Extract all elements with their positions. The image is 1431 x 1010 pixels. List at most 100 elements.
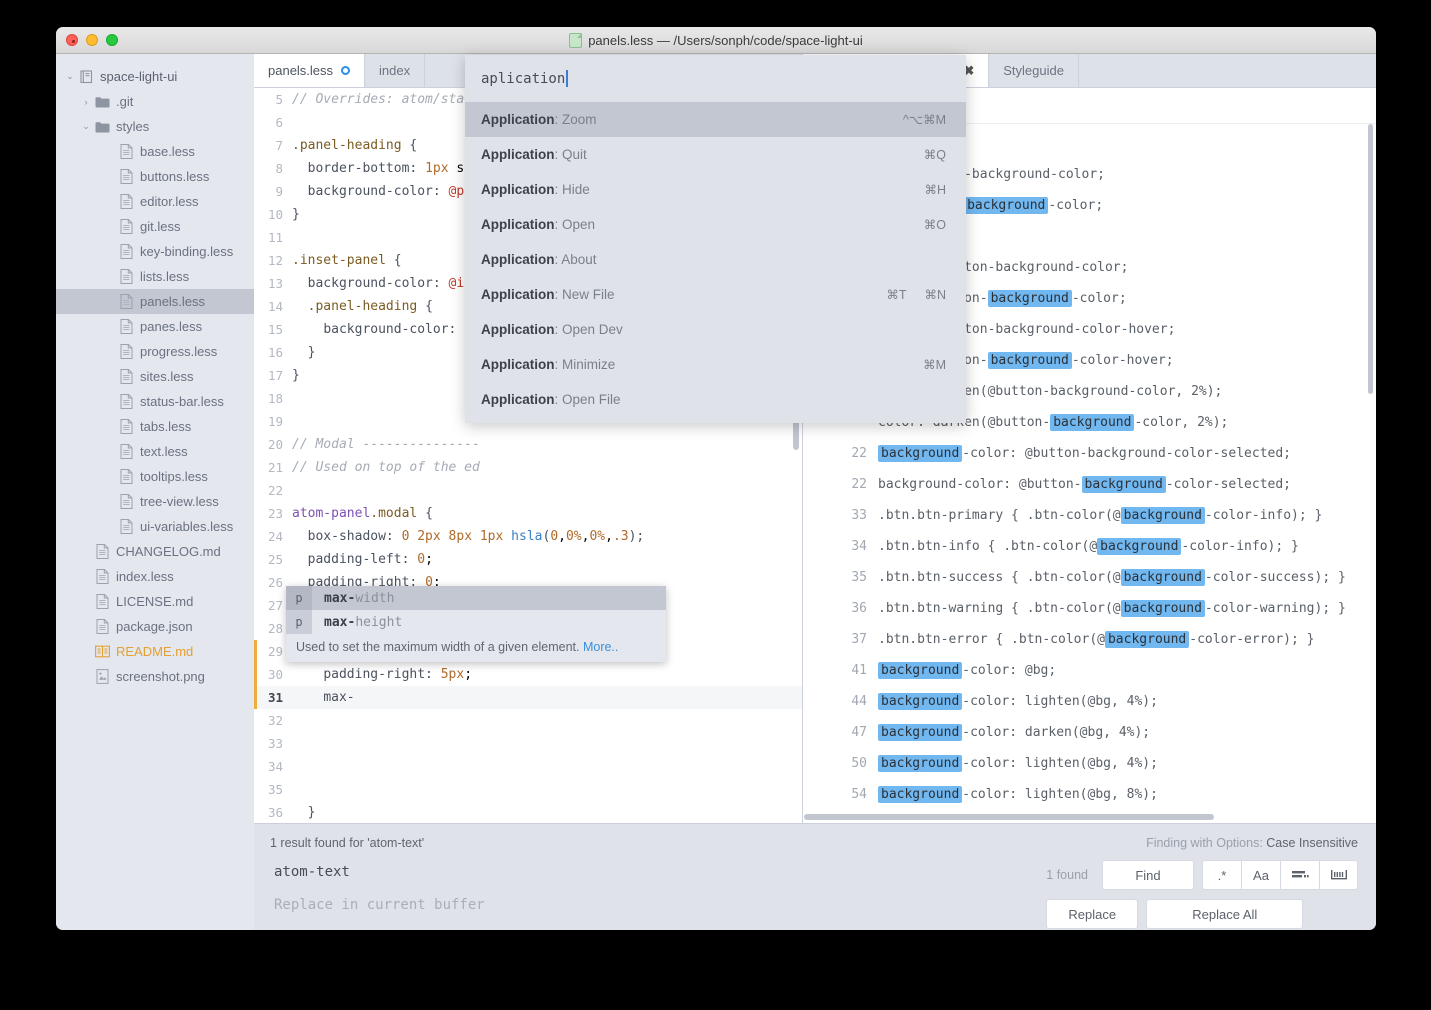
keybinding: ⌘O (923, 218, 946, 232)
command-palette-item[interactable]: Application: About (465, 242, 966, 277)
code-line[interactable]: 31 max- (254, 686, 802, 709)
tree-item-label: text.less (140, 444, 188, 459)
tree-item-screenshot-png[interactable]: screenshot.png (56, 664, 254, 689)
tree-item-tree-view-less[interactable]: tree-view.less (56, 489, 254, 514)
tree-item-lists-less[interactable]: lists.less (56, 264, 254, 289)
modified-indicator-icon[interactable] (341, 66, 351, 75)
command-palette-item[interactable]: Application: Hide ⌘H (465, 172, 966, 207)
code-line[interactable]: 33 (254, 732, 802, 755)
twisty-icon[interactable]: › (78, 97, 94, 107)
tree-item-sites-less[interactable]: sites.less (56, 364, 254, 389)
tree-item-license-md[interactable]: LICENSE.md (56, 589, 254, 614)
result-row[interactable]: 34 .btn.btn-info { .btn-color(@ background… (803, 531, 1376, 562)
result-row[interactable]: 36 .btn.btn-warning { .btn-color(@ backgro… (803, 593, 1376, 624)
command-palette-item[interactable]: Application: Open Dev (465, 312, 966, 347)
in-selection-option-button[interactable] (1319, 860, 1358, 890)
tree-item-label: CHANGELOG.md (116, 544, 221, 559)
tab-panels-less[interactable]: panels.less (254, 54, 366, 87)
result-row[interactable]: 44 background -color: lighten(@bg, 4%); (803, 686, 1376, 717)
tab-index[interactable]: index (365, 54, 426, 87)
tree-item-styles[interactable]: ⌄ styles (56, 114, 254, 139)
tree-item-progress-less[interactable]: progress.less (56, 339, 254, 364)
tree-item-index-less[interactable]: index.less (56, 564, 254, 589)
line-number: 12 (267, 253, 283, 268)
tree-item-tabs-less[interactable]: tabs.less (56, 414, 254, 439)
whole-word-icon (1292, 871, 1309, 878)
result-row[interactable]: 33 .btn.btn-primary { .btn-color(@ backgro… (803, 500, 1376, 531)
tree-item-buttons-less[interactable]: buttons.less (56, 164, 254, 189)
result-row[interactable]: 37 .btn.btn-error { .btn-color(@ backgroun… (803, 624, 1376, 655)
code-line[interactable]: 22 (254, 479, 802, 502)
code-line[interactable]: 36 } (254, 801, 802, 823)
code-line[interactable]: 20 // Modal --------------- (254, 433, 802, 456)
code-text: .panel-heading { (292, 138, 418, 153)
tree-item-text-less[interactable]: text.less (56, 439, 254, 464)
command-palette-input[interactable]: aplication (465, 55, 966, 102)
command-palette-item[interactable]: Application: Quit ⌘Q (465, 137, 966, 172)
result-row[interactable]: 41 background -color: @bg; (803, 655, 1376, 686)
file-icon (118, 494, 135, 509)
file-icon (118, 269, 135, 284)
command-palette-item-label: Application: New File (481, 287, 615, 302)
results-vertical-scrollbar[interactable] (1368, 124, 1373, 394)
result-row[interactable]: 50 background -color: lighten(@bg, 4%); (803, 748, 1376, 779)
tree-item--git[interactable]: › .git (56, 89, 254, 114)
code-line[interactable]: 24 box-shadow: 0 2px 8px 1px hsla(0,0%,0… (254, 525, 802, 548)
tree-item-tooltips-less[interactable]: tooltips.less (56, 464, 254, 489)
command-palette[interactable]: aplication Application: Zoom ^⌥⌘M Applicat… (465, 55, 966, 423)
tree-item-label: .git (116, 94, 134, 109)
tree-item-git-less[interactable]: git.less (56, 214, 254, 239)
command-palette-item[interactable]: Application: Open File (465, 382, 966, 417)
code-line[interactable]: 30 padding-right: 5px; (254, 663, 802, 686)
keybinding: ⌘M (923, 358, 946, 372)
result-row[interactable]: 22 background-color: @button-background-c… (803, 438, 1376, 469)
result-line-number: 33 (851, 508, 867, 523)
tree-item-package-json[interactable]: package.json (56, 614, 254, 639)
tree-item-base-less[interactable]: base.less (56, 139, 254, 164)
regex-option-button[interactable]: .* (1202, 860, 1241, 890)
tree-item-changelog-md[interactable]: CHANGELOG.md (56, 539, 254, 564)
autocomplete-item[interactable]: p max-width (286, 586, 666, 610)
find-button[interactable]: Find (1102, 860, 1194, 890)
code-line[interactable]: 35 (254, 778, 802, 801)
tree-item-readme-md[interactable]: README.md (56, 639, 254, 664)
tree-item-status-bar-less[interactable]: status-bar.less (56, 389, 254, 414)
replace-all-button[interactable]: Replace All (1146, 899, 1304, 929)
results-horizontal-scrollbar[interactable] (804, 814, 1214, 820)
tree-item-editor-less[interactable]: editor.less (56, 189, 254, 214)
whole-word-option-button[interactable] (1280, 860, 1319, 890)
autocomplete-item[interactable]: p max-height (286, 610, 666, 634)
tab-styleguide[interactable]: Styleguide (989, 54, 1079, 87)
code-line[interactable]: 25 padding-left: 0; (254, 548, 802, 571)
file-icon (94, 594, 111, 609)
command-palette-item[interactable]: Application: Open ⌘O (465, 207, 966, 242)
code-line[interactable]: 23 atom-panel.modal { (254, 502, 802, 525)
tree-item-panes-less[interactable]: panes.less (56, 314, 254, 339)
tree-item-key-binding-less[interactable]: key-binding.less (56, 239, 254, 264)
find-option-group[interactable]: .* Aa (1202, 860, 1358, 890)
line-number: 35 (267, 782, 283, 797)
autocomplete-popup[interactable]: p max-width p max-height Used to set the ma… (286, 586, 666, 662)
replace-button[interactable]: Replace (1046, 899, 1139, 929)
file-icon (94, 569, 111, 584)
twisty-icon[interactable]: ⌄ (62, 71, 78, 82)
code-line[interactable]: 34 (254, 755, 802, 778)
tree-item-ui-variables-less[interactable]: ui-variables.less (56, 514, 254, 539)
tree-item-space-light-ui[interactable]: ⌄ space-light-ui (56, 64, 254, 89)
code-line[interactable]: 21 // Used on top of the ed (254, 456, 802, 479)
result-row[interactable]: 47 background -color: darken(@bg, 4%); (803, 717, 1376, 748)
result-line-text: .btn.btn-error { .btn-color(@ background -… (878, 631, 1315, 648)
tree-item-panels-less[interactable]: panels.less (56, 289, 254, 314)
twisty-icon[interactable]: ⌄ (78, 121, 94, 132)
code-line[interactable]: 32 (254, 709, 802, 732)
screen: panels.less — /Users/sonph/code/space-li… (0, 0, 1431, 1010)
command-palette-item[interactable]: Application: Zoom ^⌥⌘M (465, 102, 966, 137)
autocomplete-more-link[interactable]: More.. (583, 640, 618, 654)
result-row[interactable]: 35 .btn.btn-success { .btn-color(@ backgro… (803, 562, 1376, 593)
result-row[interactable]: 54 background -color: lighten(@bg, 8%); (803, 779, 1376, 810)
command-palette-item[interactable]: Application: New File ⌘T ⌘N (465, 277, 966, 312)
case-sensitive-option-button[interactable]: Aa (1241, 860, 1280, 890)
command-palette-item[interactable]: Application: Minimize ⌘M (465, 347, 966, 382)
result-row[interactable]: 22 background-color: @button-background-c… (803, 469, 1376, 500)
tree-view[interactable]: ⌄ space-light-ui › .git ⌄ styles base.less butt… (56, 54, 254, 930)
